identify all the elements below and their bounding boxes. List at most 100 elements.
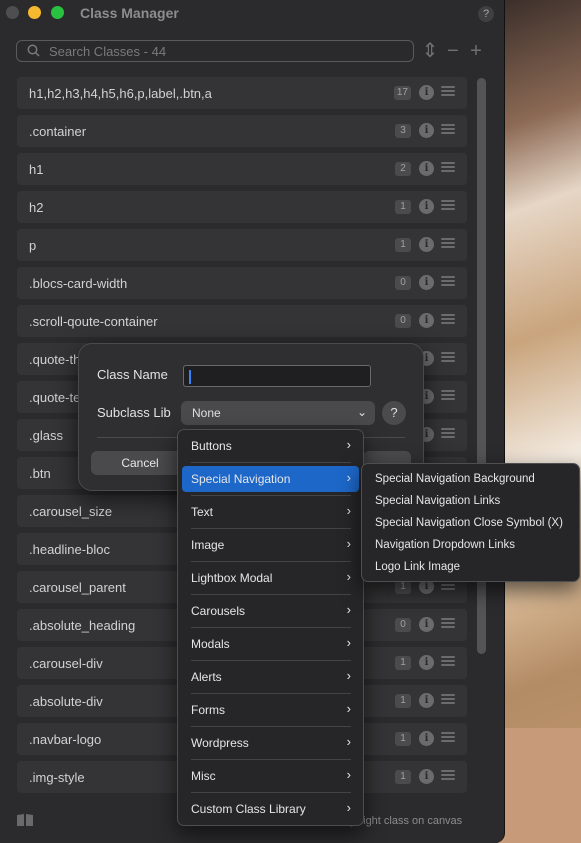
subclass-lib-label: Subclass Lib	[97, 405, 171, 420]
info-icon[interactable]: i	[419, 161, 434, 176]
class-row[interactable]: .container 3 i	[17, 115, 467, 147]
chevron-right-icon: ›	[346, 635, 351, 650]
info-icon[interactable]: i	[419, 313, 434, 328]
class-row[interactable]: .blocs-card-width 0 i	[17, 267, 467, 299]
search-input[interactable]	[49, 41, 409, 61]
menu-item[interactable]: Buttons ›	[182, 433, 359, 459]
settings-sliders-icon[interactable]	[441, 124, 455, 136]
settings-sliders-icon[interactable]	[441, 86, 455, 98]
menu-item[interactable]: Custom Class Library ›	[182, 796, 359, 822]
class-row-label: .quote-te	[29, 390, 81, 405]
class-row-label: h1	[29, 162, 44, 177]
class-row-label: .scroll-qoute-container	[29, 314, 158, 329]
menu-item-label: Special Navigation	[191, 472, 291, 486]
menu-item[interactable]: Text ›	[182, 499, 359, 525]
add-class-button[interactable]: +	[466, 40, 486, 62]
info-icon[interactable]: i	[419, 617, 434, 632]
class-usage-count: 1	[395, 238, 411, 252]
submenu-item[interactable]: Special Navigation Close Symbol (X)	[375, 517, 563, 529]
info-icon[interactable]: i	[419, 655, 434, 670]
submenu-item[interactable]: Special Navigation Links	[375, 495, 500, 507]
cancel-button[interactable]: Cancel	[91, 451, 189, 475]
class-row-label: .img-style	[29, 770, 85, 785]
submenu-item[interactable]: Special Navigation Background	[375, 473, 535, 485]
chevron-right-icon: ›	[346, 734, 351, 749]
menu-item[interactable]: Lightbox Modal ›	[182, 565, 359, 591]
menu-separator	[191, 660, 351, 661]
class-name-field[interactable]	[183, 365, 371, 387]
settings-sliders-icon[interactable]	[441, 314, 455, 326]
menu-separator	[191, 726, 351, 727]
settings-sliders-icon[interactable]	[441, 770, 455, 782]
submenu-item[interactable]: Navigation Dropdown Links	[375, 539, 515, 551]
settings-sliders-icon[interactable]	[441, 428, 455, 440]
class-usage-count: 1	[395, 732, 411, 746]
class-usage-count: 0	[395, 276, 411, 290]
help-button[interactable]: ?	[478, 6, 494, 22]
settings-sliders-icon[interactable]	[441, 694, 455, 706]
menu-item[interactable]: Wordpress ›	[182, 730, 359, 756]
chevron-right-icon: ›	[346, 767, 351, 782]
info-icon[interactable]: i	[419, 123, 434, 138]
class-row[interactable]: p 1i	[17, 229, 467, 261]
menu-item[interactable]: Misc ›	[182, 763, 359, 789]
menu-item[interactable]: Image ›	[182, 532, 359, 558]
info-icon[interactable]: i	[419, 731, 434, 746]
menu-item[interactable]: Modals ›	[182, 631, 359, 657]
settings-sliders-icon[interactable]	[441, 238, 455, 250]
chevron-right-icon: ›	[346, 701, 351, 716]
settings-sliders-icon[interactable]	[441, 162, 455, 174]
class-usage-count: 0	[395, 314, 411, 328]
settings-sliders-icon[interactable]	[441, 352, 455, 364]
settings-sliders-icon[interactable]	[441, 200, 455, 212]
window-title: Class Manager	[80, 5, 179, 21]
menu-item[interactable]: Carousels ›	[182, 598, 359, 624]
subclass-lib-select[interactable]: None ⌄	[181, 401, 375, 425]
menu-separator	[191, 495, 351, 496]
menu-separator	[191, 594, 351, 595]
library-icon[interactable]	[16, 813, 34, 827]
chevron-right-icon: ›	[346, 668, 351, 683]
close-window-button[interactable]	[6, 6, 19, 19]
settings-sliders-icon[interactable]	[441, 618, 455, 630]
settings-sliders-icon[interactable]	[441, 732, 455, 744]
info-icon[interactable]: i	[419, 237, 434, 252]
class-row[interactable]: h1,h2,h3,h4,h5,h6,p,label,.btn,a 17 i	[17, 77, 467, 109]
sort-icon[interactable]: ⇕	[420, 40, 440, 62]
menu-separator	[191, 462, 351, 463]
subclass-help-button[interactable]: ?	[382, 401, 406, 425]
class-row-label: .absolute_heading	[29, 618, 136, 633]
settings-sliders-icon[interactable]	[441, 390, 455, 402]
class-row[interactable]: h2 1 i	[17, 191, 467, 223]
remove-class-button[interactable]: −	[443, 40, 463, 62]
minimize-window-button[interactable]	[28, 6, 41, 19]
submenu-item[interactable]: Logo Link Image	[375, 561, 460, 573]
menu-separator	[191, 561, 351, 562]
class-row-label: .absolute-div	[29, 694, 103, 709]
class-row-label: .glass	[29, 428, 63, 443]
settings-sliders-icon[interactable]	[441, 276, 455, 288]
search-box[interactable]	[16, 40, 414, 62]
menu-separator	[191, 627, 351, 628]
class-row[interactable]: .scroll-qoute-container 0 i	[17, 305, 467, 337]
class-row-label: .navbar-logo	[29, 732, 102, 747]
settings-sliders-icon[interactable]	[441, 656, 455, 668]
chevron-right-icon: ›	[346, 602, 351, 617]
info-icon[interactable]: i	[419, 769, 434, 784]
class-row[interactable]: h1 2 i	[17, 153, 467, 185]
special-navigation-submenu: Special Navigation Background Special Nav…	[361, 463, 580, 582]
maximize-window-button[interactable]	[51, 6, 64, 19]
menu-item[interactable]: Alerts ›	[182, 664, 359, 690]
menu-separator	[191, 693, 351, 694]
info-icon[interactable]: i	[419, 85, 434, 100]
info-icon[interactable]: i	[419, 199, 434, 214]
menu-item[interactable]: Forms ›	[182, 697, 359, 723]
info-icon[interactable]: i	[419, 693, 434, 708]
class-row-label: h1,h2,h3,h4,h5,h6,p,label,.btn,a	[29, 86, 212, 101]
menu-item[interactable]: Special Navigation ›	[182, 466, 359, 492]
menu-separator	[191, 759, 351, 760]
info-icon[interactable]: i	[419, 275, 434, 290]
menu-item-label: Buttons	[191, 439, 232, 453]
chevron-right-icon: ›	[346, 470, 351, 485]
menu-separator	[191, 792, 351, 793]
